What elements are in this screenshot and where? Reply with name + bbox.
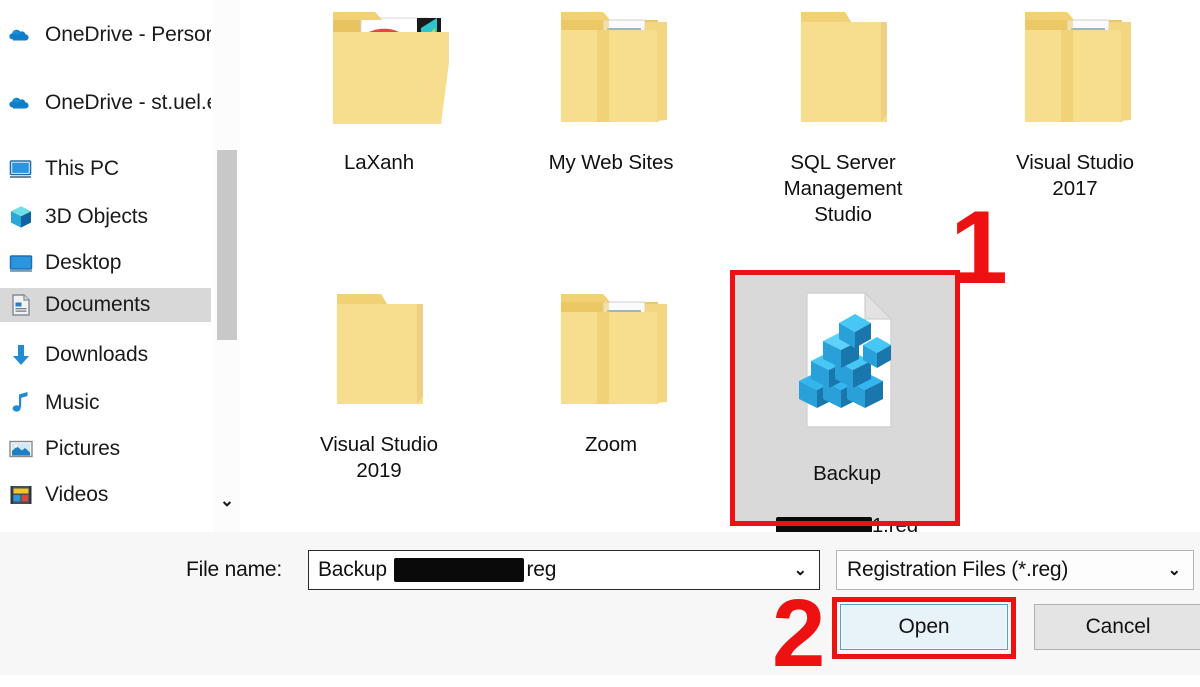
onedrive-cloud-icon [8,22,34,48]
scrollbar-thumb[interactable] [217,150,237,340]
cancel-button[interactable]: Cancel [1034,604,1200,650]
sidebar-item-label: Desktop [45,251,122,274]
sidebar-item-this-pc[interactable]: This PC [0,152,211,186]
file-tile-label: My Web Sites [548,151,674,174]
sidebar-item-label: Music [45,391,100,414]
3d-objects-icon [8,204,34,230]
open-file-dialog: OneDrive - Persor OneDrive - st.uel.е Th… [0,0,1200,682]
chevron-down-icon[interactable]: ⌄ [794,560,807,580]
file-tile-label: SQL Server Management Studio [783,151,903,226]
folder-empty-icon [309,276,449,426]
sidebar-item-label: Downloads [45,343,148,366]
sidebar-item-onedrive-personal[interactable]: OneDrive - Persor [0,18,211,52]
sidebar-item-label: Videos [45,483,109,506]
file-tile-label: LaXanh [343,151,415,174]
videos-filmstrip-icon [8,482,34,508]
this-pc-icon [8,156,34,182]
folder-with-files-icon [1005,0,1145,144]
file-name-label: File name: [186,558,283,581]
sidebar-item-label: 3D Objects [45,205,148,228]
open-button[interactable]: Open [840,604,1008,650]
folder-with-files-icon [541,276,681,426]
file-tile-zoom[interactable]: Zoom [498,272,724,524]
sidebar-item-label: Documents [45,293,151,316]
sidebar-item-desktop[interactable]: Desktop [0,246,211,280]
file-name-input-suffix: reg [526,557,557,581]
file-tile-label: Zoom [584,433,637,456]
file-name-prefix: Backup [813,462,881,485]
downloads-arrow-icon [8,342,34,368]
file-tile-my-web-sites[interactable]: My Web Sites [498,0,724,242]
file-tile-backup-reg[interactable]: Backup 1.reg [734,272,960,537]
sidebar-item-label: This PC [45,157,119,180]
music-note-icon [8,390,34,416]
sidebar-item-onedrive-school[interactable]: OneDrive - st.uel.е [0,86,211,120]
file-tile-laxanh[interactable]: S LaXanh [266,0,492,242]
pictures-icon [8,436,34,462]
file-type-dropdown[interactable]: Registration Files (*.reg) ⌄ [836,550,1194,590]
file-tile-sql-server-management-studio[interactable]: SQL Server Management Studio [730,0,956,242]
sidebar-item-downloads[interactable]: Downloads [0,338,211,372]
file-type-value: Registration Files (*.reg) [847,558,1069,581]
sidebar-item-label: OneDrive - st.uel.е [45,91,211,114]
sidebar-item-videos[interactable]: Videos [0,478,211,512]
file-tile-label-backup: Backup 1.reg [741,435,953,539]
file-tile-visual-studio-2017[interactable]: Visual Studio 2017 [962,0,1188,242]
folder-with-files-icon: S [309,0,449,144]
onedrive-cloud-icon [8,90,34,116]
navigation-pane: OneDrive - Persor OneDrive - st.uel.е Th… [0,0,214,532]
redaction-bar [394,558,525,583]
desktop-icon [8,250,34,276]
sidebar-item-pictures[interactable]: Pictures [0,432,211,466]
file-name-input-prefix: Backup [318,557,393,581]
navigation-pane-scrollbar[interactable]: ⌄ [214,0,240,532]
sidebar-item-music[interactable]: Music [0,386,211,420]
folder-empty-icon [773,0,913,144]
file-tile-visual-studio-2019[interactable]: Visual Studio 2019 [266,272,492,524]
sidebar-item-label: OneDrive - Persor [45,23,211,46]
file-list-view[interactable]: S LaXanh [240,0,1200,537]
chevron-down-icon[interactable]: ⌄ [214,488,240,514]
file-name-value: Backup reg [318,557,557,583]
sidebar-item-label: Pictures [45,437,121,460]
chevron-down-icon[interactable]: ⌄ [1168,560,1181,580]
registry-file-icon [777,285,917,435]
file-tile-label: Visual Studio 2017 [1016,151,1134,200]
folder-with-files-icon [541,0,681,144]
sidebar-item-documents[interactable]: Documents [0,288,211,322]
sidebar-item-3d-objects[interactable]: 3D Objects [0,200,211,234]
file-name-input[interactable]: Backup reg ⌄ [308,550,820,590]
documents-icon [8,292,34,318]
file-tile-label: Visual Studio 2019 [320,433,438,482]
